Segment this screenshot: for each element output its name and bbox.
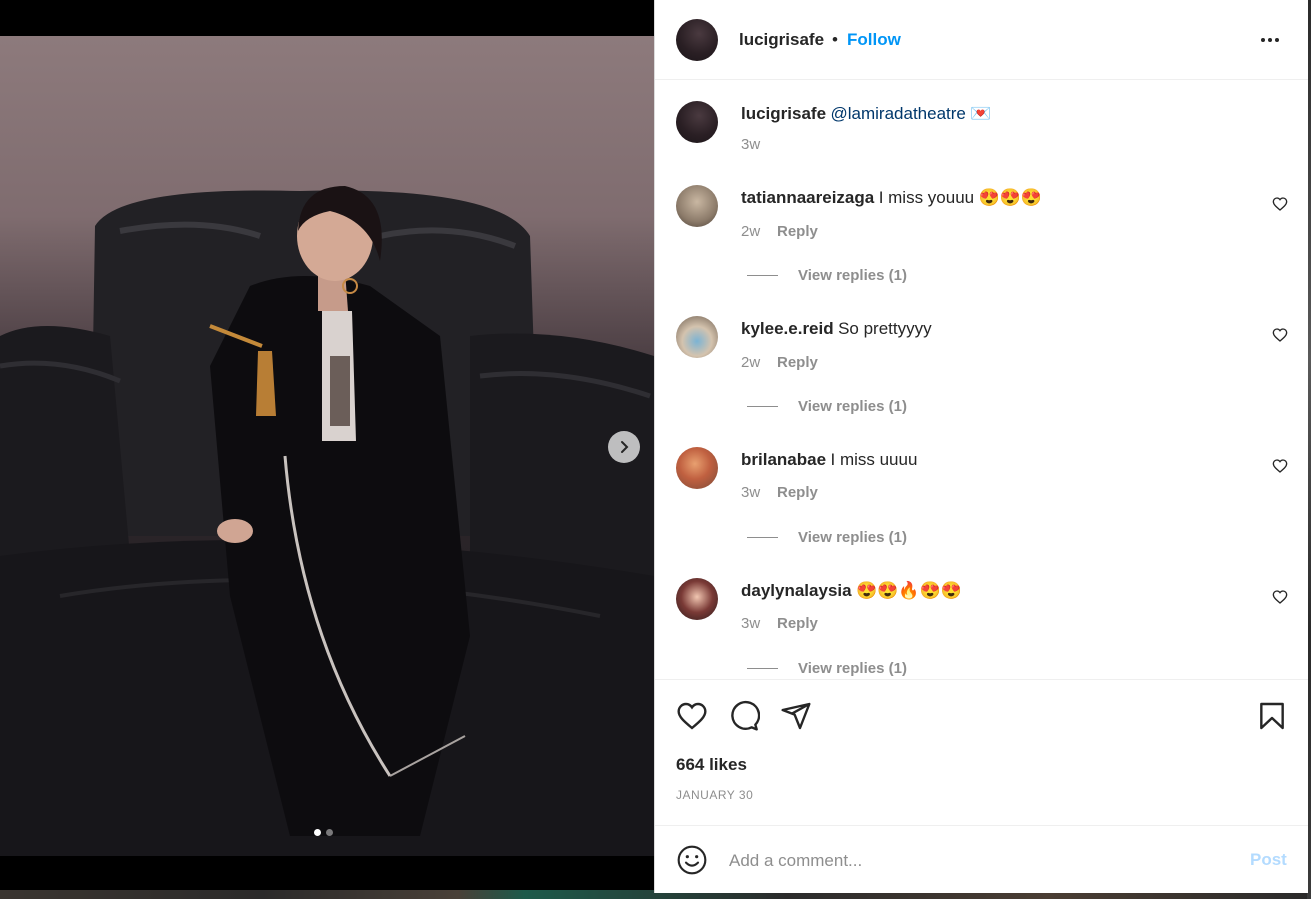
post-side-panel: lucigrisafe • Follow lucigrisafe @lamira… xyxy=(654,0,1308,893)
commenter-avatar[interactable] xyxy=(676,447,718,489)
next-photo-button[interactable] xyxy=(608,431,640,463)
caption-avatar[interactable] xyxy=(676,101,718,143)
owner-avatar[interactable] xyxy=(676,19,718,61)
more-options-icon[interactable] xyxy=(1258,28,1282,52)
caption-age: 3w xyxy=(741,136,761,153)
chevron-right-icon xyxy=(621,441,629,453)
post-actions: 664 likes JANUARY 30 xyxy=(655,679,1308,825)
post-comment-button[interactable]: Post xyxy=(1250,850,1287,870)
comment-age: 2w xyxy=(741,354,761,371)
comment-like-heart-icon[interactable] xyxy=(1272,196,1288,212)
photo-panel xyxy=(0,0,654,890)
caption-username[interactable]: lucigrisafe xyxy=(741,104,826,123)
caption-emoji: 💌 xyxy=(970,104,992,123)
view-replies-button[interactable]: View replies (1) xyxy=(798,267,907,284)
comment-emoji: 😍😍😍 xyxy=(978,188,1043,207)
caption-mention[interactable]: @lamiradatheatre xyxy=(831,104,966,123)
owner-username[interactable]: lucigrisafe xyxy=(739,30,824,50)
comment-username[interactable]: tatiannaareizaga xyxy=(741,188,874,207)
comment-username[interactable]: kylee.e.reid xyxy=(741,319,834,338)
commenter-avatar[interactable] xyxy=(676,185,718,227)
reply-button[interactable]: Reply xyxy=(777,615,818,632)
comment-text: So prettyyyy xyxy=(838,319,932,338)
likes-count[interactable]: 664 likes xyxy=(676,755,747,775)
comment-line: kylee.e.reid So prettyyyy xyxy=(741,319,932,339)
comment-text: I miss youuu xyxy=(878,188,975,207)
caption-line: lucigrisafe @lamiradatheatre 💌 xyxy=(741,104,992,124)
comment-emoji: 😍😍🔥😍😍 xyxy=(856,581,962,600)
reply-button[interactable]: Reply xyxy=(777,484,818,501)
bookmark-icon[interactable] xyxy=(1256,700,1288,732)
comment-username[interactable]: daylynalaysia xyxy=(741,581,852,600)
carousel-dot-active xyxy=(314,829,321,836)
comment-line: brilanabae I miss uuuu xyxy=(741,450,917,470)
view-replies-button[interactable]: View replies (1) xyxy=(798,529,907,546)
comment-username[interactable]: brilanabae xyxy=(741,450,826,469)
comment-like-heart-icon[interactable] xyxy=(1272,589,1288,605)
view-replies-divider xyxy=(747,275,778,276)
comments-list[interactable]: lucigrisafe @lamiradatheatre 💌 3w tatian… xyxy=(655,80,1308,678)
comment-icon[interactable] xyxy=(728,700,760,732)
view-replies-divider xyxy=(747,668,778,669)
follow-button[interactable]: Follow xyxy=(847,30,901,50)
carousel-dot xyxy=(326,829,333,836)
commenter-avatar[interactable] xyxy=(676,578,718,620)
comment-input[interactable] xyxy=(727,848,1231,874)
comment-age: 2w xyxy=(741,223,761,240)
share-icon[interactable] xyxy=(780,700,812,732)
comment-age: 3w xyxy=(741,615,761,632)
comment-age: 3w xyxy=(741,484,761,501)
view-replies-divider xyxy=(747,537,778,538)
post-date: JANUARY 30 xyxy=(676,788,754,802)
reply-button[interactable]: Reply xyxy=(777,223,818,240)
comment-line: daylynalaysia 😍😍🔥😍😍 xyxy=(741,581,962,601)
view-replies-button[interactable]: View replies (1) xyxy=(798,660,907,677)
post-header: lucigrisafe • Follow xyxy=(655,0,1308,80)
comment-text: I miss uuuu xyxy=(830,450,918,469)
comment-like-heart-icon[interactable] xyxy=(1272,327,1288,343)
separator-dot: • xyxy=(832,30,838,49)
post-photo xyxy=(0,36,654,856)
emoji-icon[interactable] xyxy=(676,844,708,876)
photo-illustration xyxy=(0,186,654,856)
reply-button[interactable]: Reply xyxy=(777,354,818,371)
view-replies-button[interactable]: View replies (1) xyxy=(798,398,907,415)
comment-like-heart-icon[interactable] xyxy=(1272,458,1288,474)
view-replies-divider xyxy=(747,406,778,407)
commenter-avatar[interactable] xyxy=(676,316,718,358)
carousel-indicator xyxy=(314,829,333,836)
comment-line: tatiannaareizaga I miss youuu 😍😍😍 xyxy=(741,188,1042,208)
comment-composer: Post xyxy=(655,825,1308,894)
heart-icon[interactable] xyxy=(676,700,708,732)
